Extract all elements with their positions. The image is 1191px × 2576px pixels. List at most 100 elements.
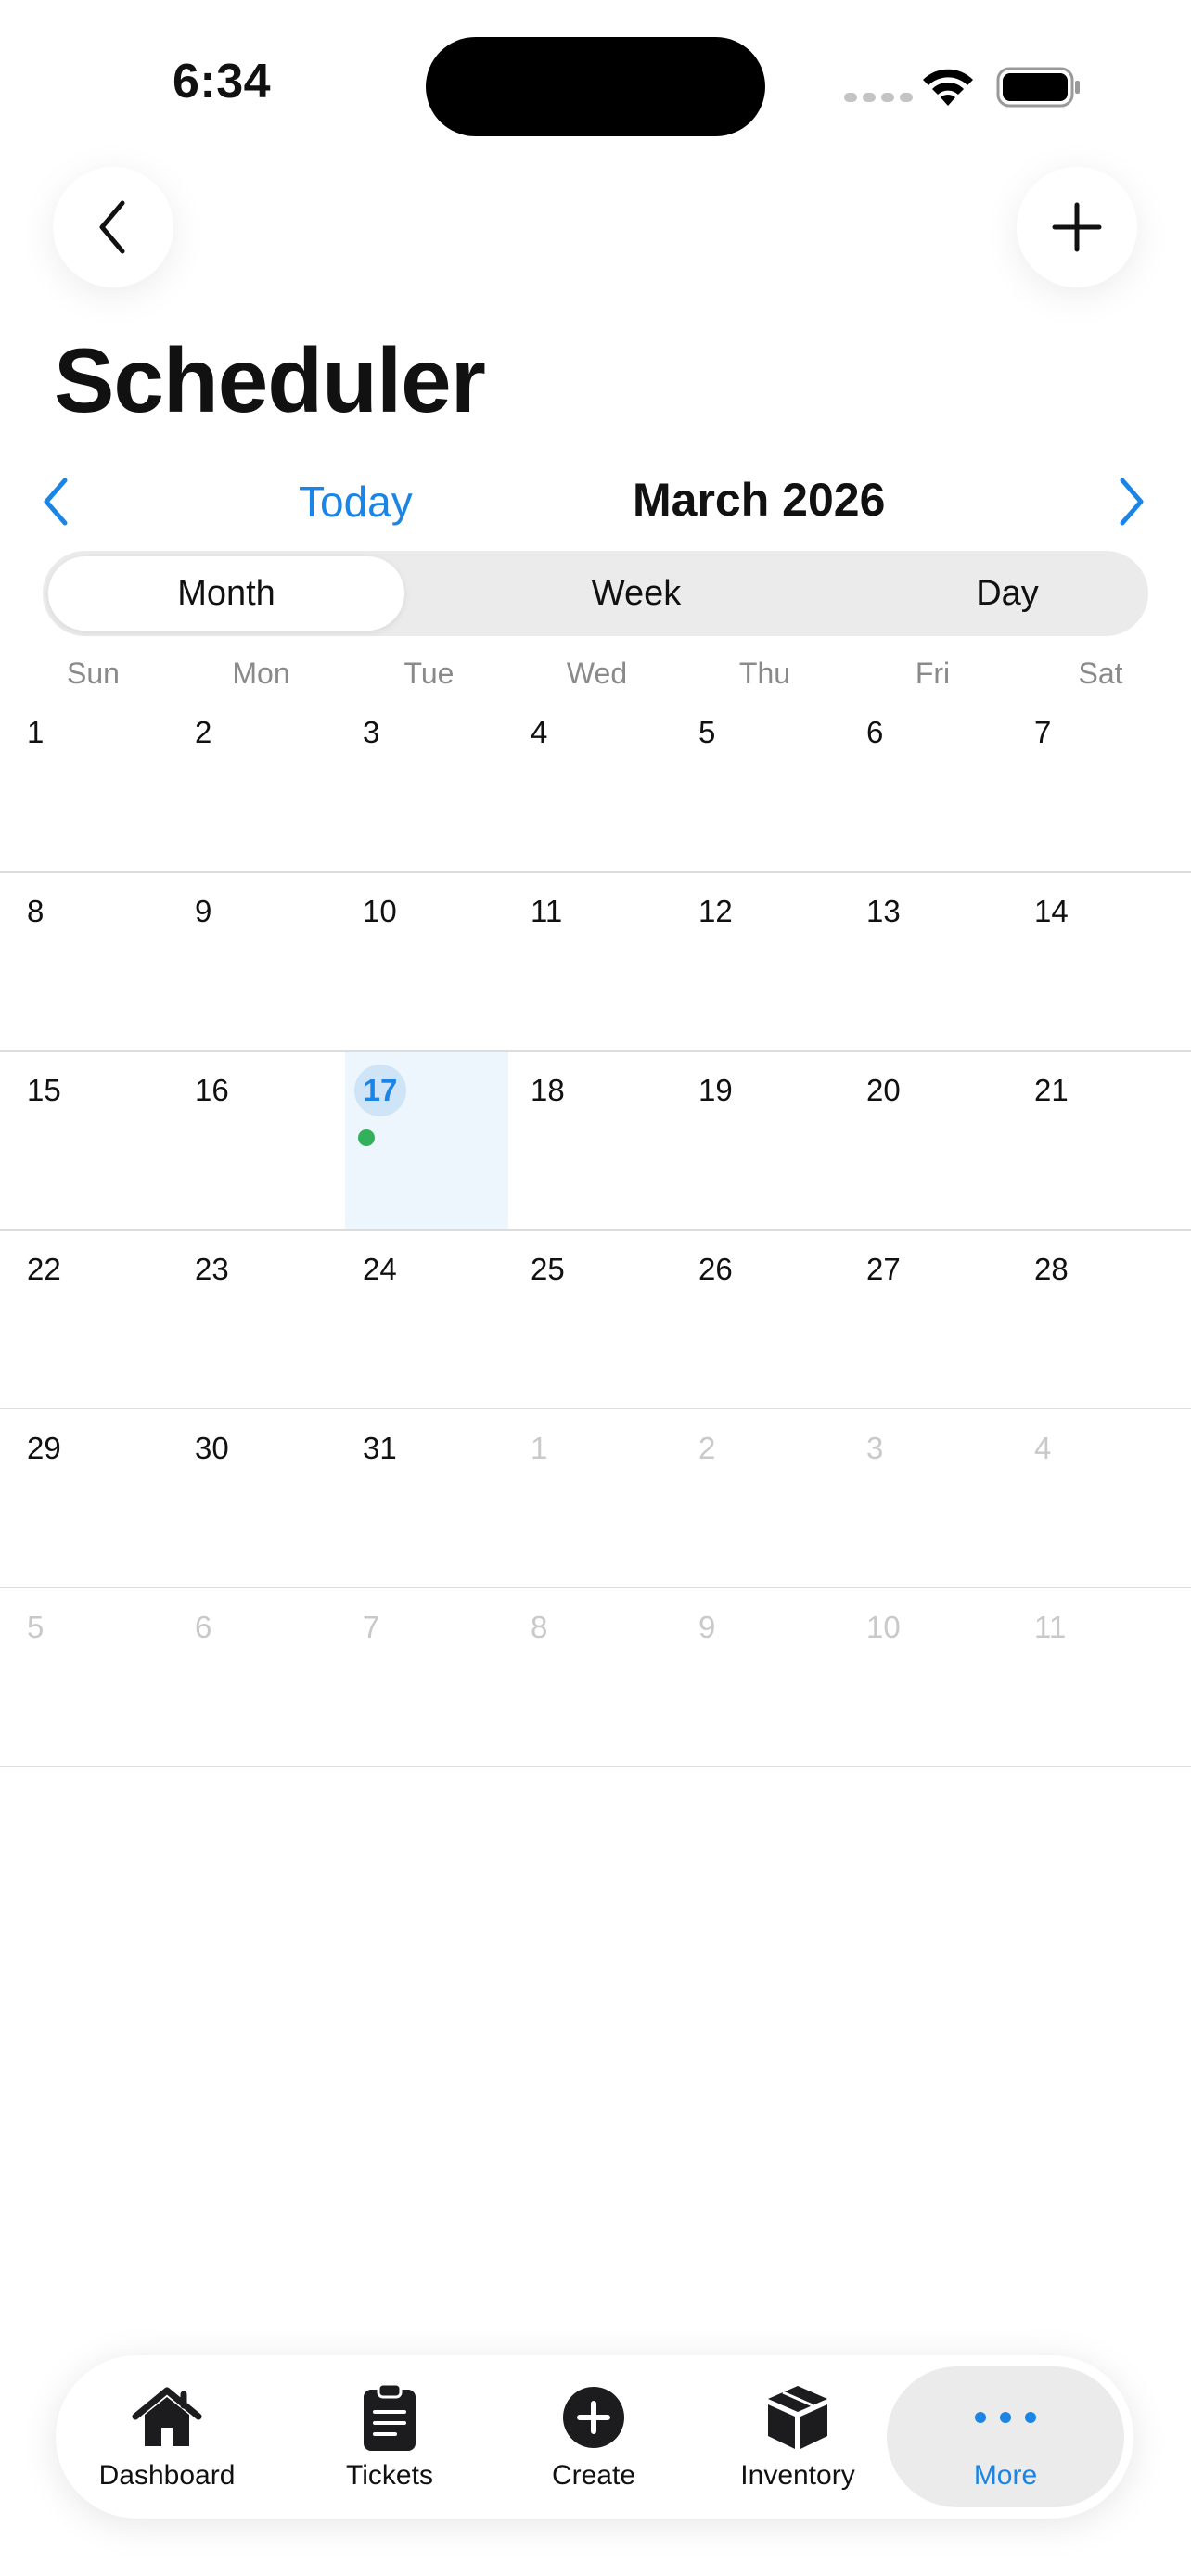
day-cell[interactable]: 24 (350, 1231, 518, 1408)
day-cell[interactable]: 9 (182, 873, 350, 1050)
day-cell[interactable]: 29 (14, 1409, 182, 1587)
day-number: 30 (195, 1431, 229, 1465)
chevron-left-icon (99, 200, 125, 254)
tab-create[interactable]: Create (529, 2355, 659, 2519)
tab-more[interactable]: More (887, 2366, 1124, 2507)
day-cell[interactable]: 15 (14, 1052, 182, 1229)
day-cell[interactable]: 31 (350, 1409, 518, 1587)
day-cell[interactable]: 30 (182, 1409, 350, 1587)
day-number: 6 (866, 715, 884, 749)
add-event-button[interactable] (1017, 167, 1137, 287)
day-cell[interactable]: 4 (518, 694, 685, 871)
day-cell[interactable]: 25 (518, 1231, 685, 1408)
weekday-label: Fri (915, 657, 951, 690)
weekday-label: Mon (232, 657, 290, 690)
week-row: 15 16 17 18 19 20 21 (0, 1052, 1191, 1231)
segment-day[interactable]: Day (829, 556, 1185, 631)
day-cell[interactable]: 7 (1021, 694, 1189, 871)
day-number: 2 (698, 1431, 716, 1465)
day-cell[interactable]: 1 (14, 694, 182, 871)
plus-icon (1052, 202, 1102, 252)
day-cell[interactable]: 10 (350, 873, 518, 1050)
day-cell[interactable]: 27 (853, 1231, 1021, 1408)
battery-icon (996, 67, 1080, 108)
box-icon (768, 2386, 827, 2449)
day-number: 31 (363, 1431, 397, 1465)
day-number: 6 (195, 1610, 212, 1644)
day-number: 11 (531, 894, 563, 928)
tab-inventory[interactable]: Inventory (724, 2355, 872, 2519)
day-number: 1 (531, 1431, 548, 1465)
day-cell[interactable]: 6 (853, 694, 1021, 871)
day-number: 9 (195, 894, 212, 928)
day-cell[interactable]: 19 (685, 1052, 853, 1229)
back-button[interactable] (53, 167, 173, 287)
day-cell[interactable]: 10 (853, 1588, 1021, 1766)
day-cell[interactable]: 11 (1021, 1588, 1189, 1766)
day-cell[interactable]: 2 (685, 1409, 853, 1587)
day-cell[interactable]: 28 (1021, 1231, 1189, 1408)
day-cell[interactable]: 4 (1021, 1409, 1189, 1587)
day-cell[interactable]: 3 (853, 1409, 1021, 1587)
day-number: 15 (27, 1073, 61, 1107)
day-cell[interactable]: 6 (182, 1588, 350, 1766)
tab-dashboard[interactable]: Dashboard (89, 2355, 245, 2519)
day-cell[interactable]: 8 (14, 873, 182, 1050)
day-cell[interactable]: 11 (518, 873, 685, 1050)
day-number: 18 (531, 1073, 565, 1107)
day-number: 13 (866, 894, 901, 928)
day-cell[interactable]: 18 (518, 1052, 685, 1229)
day-number: 9 (698, 1610, 716, 1644)
view-mode-segmented-control: Month Week Day (43, 551, 1148, 636)
day-number: 1 (27, 715, 45, 749)
day-number: 22 (27, 1252, 61, 1286)
day-number: 4 (1034, 1431, 1052, 1465)
day-number: 14 (1034, 894, 1069, 928)
week-row: 22 23 24 25 26 27 28 (0, 1231, 1191, 1409)
day-cell[interactable]: 5 (685, 694, 853, 871)
day-number: 20 (866, 1073, 901, 1107)
day-number: 25 (531, 1252, 565, 1286)
day-cell[interactable]: 9 (685, 1588, 853, 1766)
day-cell-today[interactable]: 17 (345, 1052, 508, 1229)
week-row: 5 6 7 8 9 10 11 (0, 1588, 1191, 1767)
day-cell[interactable]: 5 (14, 1588, 182, 1766)
day-cell[interactable]: 8 (518, 1588, 685, 1766)
day-cell[interactable]: 2 (182, 694, 350, 871)
weekday-label: Tue (403, 657, 455, 690)
day-number: 16 (195, 1073, 229, 1107)
day-number: 5 (698, 715, 716, 749)
day-cell[interactable]: 20 (853, 1052, 1021, 1229)
weekday-header: Sun Mon Tue Wed Thu Fri Sat (0, 657, 1191, 694)
day-number: 7 (1034, 715, 1052, 749)
segment-week[interactable]: Week (458, 556, 814, 631)
day-cell[interactable]: 1 (518, 1409, 685, 1587)
weekday-label: Thu (738, 657, 791, 690)
plus-circle-icon (563, 2387, 624, 2448)
day-cell[interactable]: 7 (350, 1588, 518, 1766)
dynamic-island (426, 37, 765, 136)
day-cell[interactable]: 13 (853, 873, 1021, 1050)
day-number: 8 (531, 1610, 548, 1644)
next-month-button[interactable] (1113, 475, 1150, 529)
day-number: 4 (531, 715, 548, 749)
cellular-signal-icon (844, 93, 913, 102)
day-cell[interactable]: 21 (1021, 1052, 1189, 1229)
day-number: 8 (27, 894, 45, 928)
day-cell[interactable]: 26 (685, 1231, 853, 1408)
house-icon (132, 2387, 202, 2446)
today-button[interactable]: Today (299, 477, 413, 527)
day-number: 3 (363, 715, 380, 749)
day-cell[interactable]: 23 (182, 1231, 350, 1408)
day-cell[interactable]: 12 (685, 873, 853, 1050)
day-number: 23 (195, 1252, 229, 1286)
day-cell[interactable]: 16 (182, 1052, 350, 1229)
tab-tickets[interactable]: Tickets (325, 2355, 455, 2519)
previous-month-button[interactable] (37, 475, 74, 529)
month-label: March 2026 (633, 474, 886, 526)
day-cell[interactable]: 14 (1021, 873, 1189, 1050)
day-cell[interactable]: 22 (14, 1231, 182, 1408)
segment-month[interactable]: Month (48, 556, 404, 631)
tab-label-tickets: Tickets (346, 2460, 433, 2491)
day-cell[interactable]: 3 (350, 694, 518, 871)
